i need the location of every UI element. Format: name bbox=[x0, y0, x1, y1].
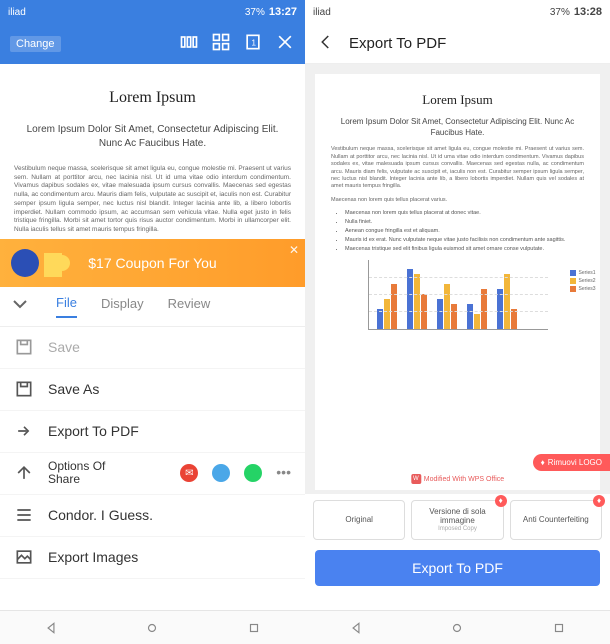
share-icon bbox=[14, 463, 34, 483]
status-bar: iliad 37% 13:28 bbox=[305, 0, 610, 24]
carrier-label: iliad bbox=[8, 7, 26, 18]
nav-recent-icon[interactable] bbox=[552, 621, 566, 635]
export-to-pdf-button[interactable]: Export To PDF bbox=[315, 550, 600, 586]
menu-condor-label: Condor. I Guess. bbox=[48, 507, 153, 523]
option-original[interactable]: Original bbox=[313, 500, 405, 540]
tab-file[interactable]: File bbox=[56, 295, 77, 318]
grid-icon[interactable] bbox=[211, 32, 231, 57]
pdf-page: Lorem Ipsum Lorem Ipsum Dolor Sit Amet, … bbox=[315, 74, 600, 490]
nav-back-icon[interactable] bbox=[44, 621, 58, 635]
page-one-icon[interactable]: 1 bbox=[243, 32, 263, 57]
menu-condor[interactable]: Condor. I Guess. bbox=[0, 495, 305, 537]
svg-text:1: 1 bbox=[251, 37, 256, 47]
pdf-preview-area: Lorem Ipsum Lorem Ipsum Dolor Sit Amet, … bbox=[305, 64, 610, 494]
nav-back-icon[interactable] bbox=[349, 621, 363, 635]
more-icon[interactable]: ••• bbox=[276, 464, 291, 482]
menu-save[interactable]: Save bbox=[0, 327, 305, 369]
bullet-item: Maecenas tristique sed elit finibus ligu… bbox=[345, 246, 584, 252]
save-as-icon bbox=[14, 379, 34, 399]
nav-recent-icon[interactable] bbox=[247, 621, 261, 635]
bottom-tabs: File Display Review bbox=[0, 287, 305, 327]
menu-save-as[interactable]: Save As bbox=[0, 369, 305, 411]
remove-logo-button[interactable]: ♦ Rimuovi LOGO bbox=[533, 454, 610, 471]
close-icon[interactable] bbox=[275, 32, 295, 57]
coupon-illustration-icon bbox=[0, 239, 80, 287]
android-navbar bbox=[305, 610, 610, 644]
chevron-down-icon[interactable] bbox=[8, 292, 32, 321]
nav-home-icon[interactable] bbox=[145, 621, 159, 635]
file-menu: Save Save As Export To PDF Options Of Sh… bbox=[0, 327, 305, 579]
menu-export-pdf[interactable]: Export To PDF bbox=[0, 411, 305, 453]
carrier-label: iliad bbox=[313, 7, 331, 18]
tab-display[interactable]: Display bbox=[101, 296, 144, 317]
tab-review[interactable]: Review bbox=[168, 296, 211, 317]
cloud-icon[interactable] bbox=[212, 464, 230, 482]
option-anti-counterfeiting[interactable]: ♦ Anti Counterfeiting bbox=[510, 500, 602, 540]
android-navbar bbox=[0, 610, 305, 644]
menu-save-as-label: Save As bbox=[48, 381, 99, 397]
list-icon bbox=[14, 505, 34, 525]
menu-export-images-label: Export Images bbox=[48, 549, 138, 565]
document-preview: Lorem Ipsum Lorem Ipsum Dolor Sit Amet, … bbox=[0, 64, 305, 239]
editor-toolbar: Change 1 bbox=[0, 24, 305, 64]
premium-badge-icon: ♦ bbox=[593, 495, 605, 507]
coupon-text: $17 Coupon For You bbox=[88, 255, 216, 271]
doc-body: Vestibulum neque massa, scelerisque sit … bbox=[14, 165, 291, 235]
wps-logo-icon: W bbox=[411, 474, 421, 484]
doc-body: Vestibulum neque massa, scelerisque sit … bbox=[331, 146, 584, 191]
doc-subtitle: Lorem Ipsum Dolor Sit Amet, Consectetur … bbox=[14, 123, 291, 151]
whatsapp-icon[interactable] bbox=[244, 464, 262, 482]
doc-title: Lorem Ipsum bbox=[331, 92, 584, 108]
doc-subtitle: Lorem Ipsum Dolor Sit Amet, Consectetur … bbox=[331, 116, 584, 138]
battery-label: 37% bbox=[550, 7, 570, 18]
menu-save-label: Save bbox=[48, 339, 80, 355]
option-image-version[interactable]: ♦ Versione di sola immagine Imposed Copy bbox=[411, 500, 503, 540]
premium-badge-icon: ♦ bbox=[495, 495, 507, 507]
menu-export-pdf-label: Export To PDF bbox=[48, 423, 139, 439]
page-title: Export To PDF bbox=[349, 35, 446, 52]
barcode-icon[interactable] bbox=[179, 32, 199, 57]
battery-label: 37% bbox=[245, 7, 265, 18]
clock: 13:27 bbox=[269, 6, 297, 18]
crown-icon: ♦ bbox=[541, 458, 545, 467]
coupon-close-icon[interactable]: ✕ bbox=[289, 243, 299, 257]
status-bar: iliad 37% 13:27 bbox=[0, 0, 305, 24]
menu-share-label: Options Of Share bbox=[48, 460, 105, 486]
bullet-list: Maecenas non lorem quis tellus placerat … bbox=[345, 210, 584, 252]
wps-watermark: W Modified With WPS Office bbox=[411, 474, 504, 484]
bullets-intro: Maecenas non lorem quis tellus placerat … bbox=[331, 197, 584, 204]
menu-export-images[interactable]: Export Images bbox=[0, 537, 305, 579]
back-icon[interactable] bbox=[317, 33, 335, 55]
export-options: Original ♦ Versione di sola immagine Imp… bbox=[305, 494, 610, 546]
bullet-item: Maecenas non lorem quis tellus placerat … bbox=[345, 210, 584, 216]
export-pdf-icon bbox=[14, 421, 34, 441]
change-button[interactable]: Change bbox=[10, 36, 61, 52]
doc-title: Lorem Ipsum bbox=[14, 88, 291, 109]
image-icon bbox=[14, 547, 34, 567]
coupon-banner[interactable]: $17 Coupon For You ✕ bbox=[0, 239, 305, 287]
menu-share[interactable]: Options Of Share ✉ ••• bbox=[0, 453, 305, 495]
bullet-item: Aenean congue fringilla est et aliquam. bbox=[345, 228, 584, 234]
bullet-item: Nulla finiet. bbox=[345, 219, 584, 225]
export-header: Export To PDF bbox=[305, 24, 610, 64]
clock: 13:28 bbox=[574, 6, 602, 18]
mail-icon[interactable]: ✉ bbox=[180, 464, 198, 482]
bar-chart: Series1Series2Series3 bbox=[368, 260, 548, 330]
nav-home-icon[interactable] bbox=[450, 621, 464, 635]
save-icon bbox=[14, 337, 34, 357]
bullet-item: Mauris id ex erat. Nunc vulputate neque … bbox=[345, 237, 584, 243]
